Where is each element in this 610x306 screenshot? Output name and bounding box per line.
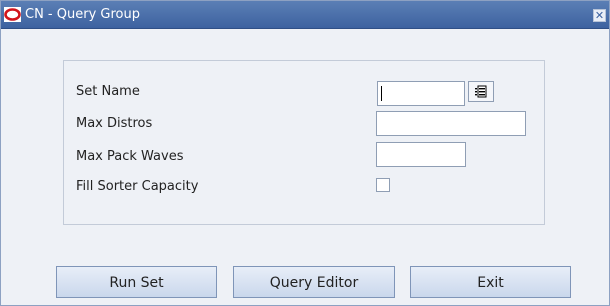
max-pack-waves-label: Max Pack Waves [76, 149, 184, 164]
list-icon [475, 85, 487, 98]
title-bar: CN - Query Group ✕ [1, 1, 609, 29]
max-pack-waves-field[interactable] [376, 142, 466, 167]
max-distros-field[interactable] [376, 111, 526, 136]
fill-sorter-capacity-label: Fill Sorter Capacity [76, 179, 199, 194]
set-name-label: Set Name [76, 84, 140, 99]
exit-button[interactable]: Exit [410, 266, 571, 298]
query-group-window: CN - Query Group ✕ Set Name Max Distros … [0, 0, 610, 306]
max-distros-label: Max Distros [76, 116, 153, 131]
text-cursor [381, 86, 382, 101]
oracle-logo-icon [4, 7, 21, 22]
close-icon: ✕ [594, 9, 605, 22]
set-name-field[interactable] [377, 81, 465, 106]
run-set-button[interactable]: Run Set [56, 266, 217, 298]
list-of-values-button[interactable] [468, 81, 494, 102]
window-title: CN - Query Group [25, 7, 140, 22]
query-editor-button[interactable]: Query Editor [233, 266, 395, 298]
close-button[interactable]: ✕ [593, 9, 606, 22]
fill-sorter-capacity-checkbox[interactable] [376, 178, 390, 192]
